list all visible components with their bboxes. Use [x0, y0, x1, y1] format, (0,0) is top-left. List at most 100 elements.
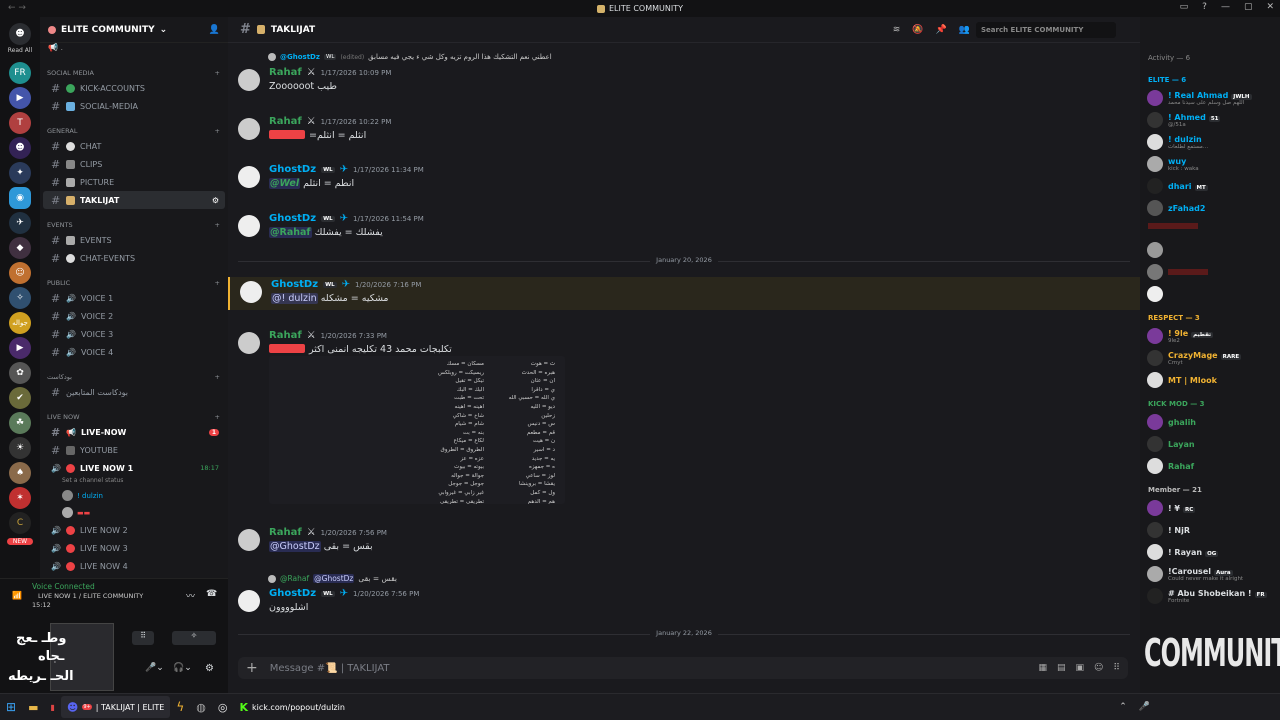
avatar[interactable]: [1147, 500, 1163, 516]
category-events[interactable]: EVENTS +: [40, 219, 228, 231]
avatar[interactable]: [240, 281, 262, 303]
gear-icon[interactable]: ⚙: [212, 196, 219, 205]
avatar[interactable]: [1147, 436, 1163, 452]
avatar[interactable]: [1147, 112, 1163, 128]
member-row[interactable]: wuy kick : waka: [1140, 153, 1280, 175]
windows-start-icon[interactable]: ⊞: [0, 696, 22, 718]
member-row[interactable]: [1140, 283, 1280, 305]
server-header[interactable]: ELITE COMMUNITY ⌄ 👤: [40, 17, 228, 43]
plus-icon[interactable]: +: [215, 373, 220, 381]
discord-taskbar-item[interactable]: ☻ 9+ | TAKLIJAT | ELITE: [60, 696, 171, 718]
tray-mic-icon[interactable]: 🎤: [1139, 702, 1150, 712]
member-row[interactable]: [1140, 239, 1280, 261]
avatar[interactable]: [238, 215, 260, 237]
plus-icon[interactable]: +: [215, 69, 220, 77]
server-icon[interactable]: ♠: [9, 462, 31, 484]
search-input[interactable]: Search ELITE COMMUNITY: [976, 22, 1116, 38]
member-row[interactable]: Layan: [1140, 433, 1280, 455]
activity-header[interactable]: Activity — 6: [1140, 51, 1280, 65]
channel-voice-3[interactable]: # 🔊 VOICE 3: [43, 325, 225, 343]
server-icon[interactable]: ☺: [9, 262, 31, 284]
tray-chevron-icon[interactable]: ⌃: [1119, 702, 1127, 712]
server-icon[interactable]: ▶: [9, 87, 31, 109]
author-name[interactable]: GhostDz: [269, 588, 316, 599]
channel-live-now-2[interactable]: 🔊 LIVE NOW 2: [43, 521, 225, 539]
members-icon[interactable]: 👥: [959, 25, 970, 35]
avatar[interactable]: [1147, 200, 1163, 216]
channel-voice-2[interactable]: # 🔊 VOICE 2: [43, 307, 225, 325]
channel-kick-accounts[interactable]: # KICK-ACCOUNTS: [43, 79, 225, 97]
channel-chat[interactable]: # CHAT: [43, 137, 225, 155]
server-icon[interactable]: C: [9, 512, 31, 534]
avatar[interactable]: [238, 166, 260, 188]
notification-bell-icon[interactable]: 🔕: [912, 25, 923, 35]
channel-voice-4[interactable]: # 🔊 VOICE 4: [43, 343, 225, 361]
server-icon[interactable]: ✔: [9, 387, 31, 409]
server-icon[interactable]: T: [9, 112, 31, 134]
channel-broadcast-followers[interactable]: # بودكاست المتابعين: [43, 383, 225, 401]
server-icon-active[interactable]: ◉: [9, 187, 31, 209]
emoji-icon[interactable]: ☺: [1094, 663, 1103, 673]
avatar[interactable]: [1147, 588, 1163, 604]
channel-taklijat[interactable]: # TAKLIJAT ⚙: [43, 191, 225, 209]
avatar[interactable]: [1147, 90, 1163, 106]
server-icon[interactable]: ✦: [9, 162, 31, 184]
channel-events[interactable]: # EVENTS: [43, 231, 225, 249]
avatar[interactable]: [1147, 522, 1163, 538]
server-icon[interactable]: ☻: [9, 137, 31, 159]
close-icon[interactable]: ✕: [1266, 2, 1274, 12]
author-name[interactable]: GhostDz: [269, 213, 316, 224]
author-name[interactable]: Rahaf: [269, 116, 302, 127]
member-row[interactable]: zFahad2: [1140, 197, 1280, 219]
gif-icon[interactable]: ▤: [1057, 663, 1066, 673]
plus-icon[interactable]: +: [215, 221, 220, 229]
avatar[interactable]: [1147, 544, 1163, 560]
maximize-icon[interactable]: ▢: [1244, 2, 1253, 12]
noise-suppression-icon[interactable]: 〰: [186, 589, 195, 602]
channel-voice-1[interactable]: # 🔊 VOICE 1: [43, 289, 225, 307]
channel-chat-events[interactable]: # CHAT-EVENTS: [43, 249, 225, 267]
avatar[interactable]: [1147, 414, 1163, 430]
voice-location[interactable]: LIVE NOW 1 / ELITE COMMUNITY: [38, 592, 143, 600]
category-general[interactable]: GENERAL +: [40, 125, 228, 137]
member-row[interactable]: ! dulzin مستمع لطلعات...: [1140, 131, 1280, 153]
channel-clips[interactable]: # CLIPS: [43, 155, 225, 173]
plus-icon[interactable]: +: [215, 413, 220, 421]
author-name[interactable]: GhostDz: [269, 164, 316, 175]
member-row[interactable]: ! Real Ahmad JWLH اللهم صل وسلم على سيدنا …: [1140, 87, 1280, 109]
member-row[interactable]: ! 9le تقطيم 9le2: [1140, 325, 1280, 347]
avatar[interactable]: [1147, 350, 1163, 366]
mic-icon[interactable]: 🎤⌄: [145, 663, 164, 673]
image-attachment[interactable]: مسكان = مسك ريسيكت = روبلكس تيكل = تقيل الب…: [269, 356, 565, 504]
author-name[interactable]: Rahaf: [269, 67, 302, 78]
member-row[interactable]: ! ¥ RC: [1140, 497, 1280, 519]
category-broadcast[interactable]: بودكاست +: [40, 371, 228, 383]
file-explorer-icon[interactable]: ▬: [22, 696, 44, 718]
server-icon[interactable]: ▶: [9, 337, 31, 359]
apps-icon[interactable]: ⠿: [1113, 663, 1120, 673]
channel-social-media[interactable]: # SOCIAL-MEDIA: [43, 97, 225, 115]
avatar[interactable]: [1147, 156, 1163, 172]
member-row[interactable]: !Carousel Aura Could never make it alright: [1140, 563, 1280, 585]
avatar[interactable]: [1147, 178, 1163, 194]
member-row[interactable]: ! Rayan OG: [1140, 541, 1280, 563]
disconnect-icon[interactable]: ☎: [206, 589, 217, 599]
member-row[interactable]: dhari MT: [1140, 175, 1280, 197]
channel-picture[interactable]: # PICTURE: [43, 173, 225, 191]
taskbar-app-icon[interactable]: ▮: [44, 696, 60, 718]
avatar[interactable]: [1147, 372, 1163, 388]
member-row[interactable]: [1140, 261, 1280, 283]
category-social-media[interactable]: SOCIAL MEDIA +: [40, 67, 228, 79]
avatar[interactable]: [1147, 458, 1163, 474]
server-icon[interactable]: ☘: [9, 412, 31, 434]
server-icon[interactable]: ☀: [9, 437, 31, 459]
server-icon[interactable]: ◆: [9, 237, 31, 259]
back-forward-icon[interactable]: ← →: [8, 3, 26, 13]
channel-youtube[interactable]: # YOUTUBE: [43, 441, 225, 459]
member-row[interactable]: # Abu Shobeikan ! FR Fortnite: [1140, 585, 1280, 607]
soundboard-button[interactable]: ✧: [172, 631, 216, 645]
category-live-now[interactable]: LIVE NOW +: [40, 411, 228, 423]
member-row[interactable]: ghalih: [1140, 411, 1280, 433]
server-icon[interactable]: ✿: [9, 362, 31, 384]
message-composer[interactable]: + Message #📜 | TAKLIJAT ▦ ▤ ▣ ☺ ⠿: [238, 657, 1128, 679]
